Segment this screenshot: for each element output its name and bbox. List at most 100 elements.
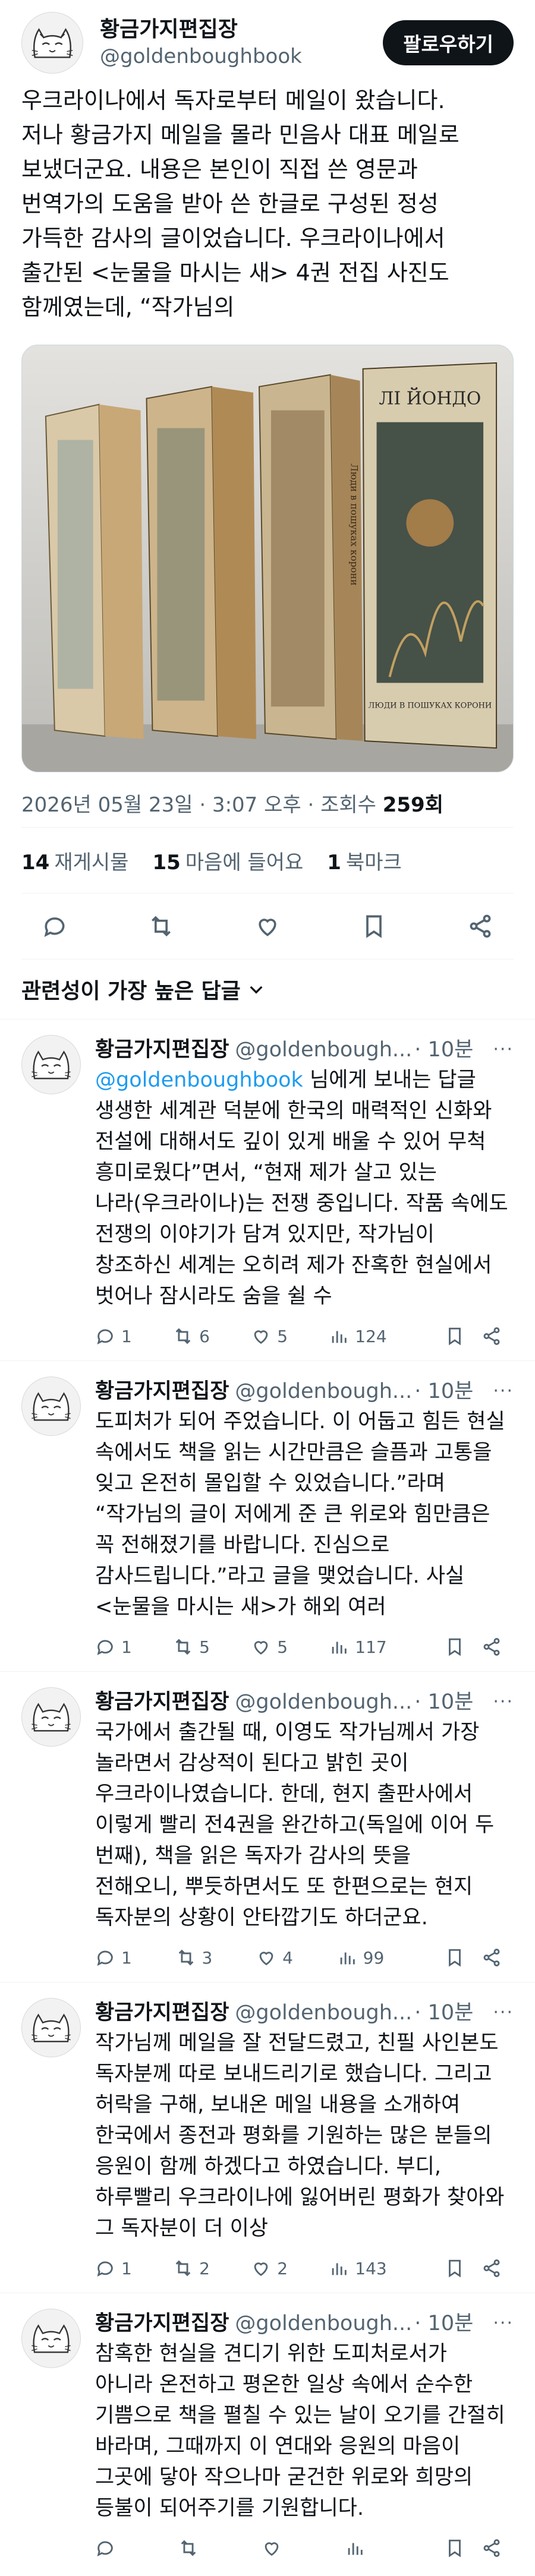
cat-avatar-icon (32, 1050, 71, 1079)
avatar[interactable] (21, 1377, 81, 1436)
reply-reply-button[interactable] (95, 2538, 121, 2558)
like-icon[interactable] (254, 913, 281, 939)
bookmark-icon[interactable] (445, 2258, 465, 2278)
reply-mention[interactable]: @goldenboughbook (95, 1068, 303, 1092)
post-date[interactable]: 2026년 05월 23일 · 3:07 오후 · 조회수 (21, 793, 383, 817)
reply-views-button[interactable] (345, 2538, 371, 2558)
reply-author-name[interactable]: 황금가지편집장 (95, 1998, 229, 2028)
reply-author-handle[interactable]: @goldenbough... (235, 1687, 412, 1717)
reply-author-handle[interactable]: @goldenbough... (235, 2309, 412, 2338)
reply-sort-selector[interactable]: 관련성이 가장 높은 답글 (0, 959, 535, 1019)
more-options-icon[interactable]: ··· (493, 1035, 514, 1065)
author-handle[interactable]: @goldenboughbook (100, 43, 383, 70)
share-icon[interactable] (482, 2538, 502, 2558)
avatar[interactable] (21, 12, 83, 74)
bookmark-icon[interactable] (361, 913, 387, 939)
reply-views-button[interactable]: 99 (337, 1947, 385, 1968)
reply-repost-button[interactable]: 6 (173, 1326, 210, 1346)
bookmark-icon[interactable] (445, 1947, 465, 1968)
bookmark-icon[interactable] (445, 2538, 465, 2558)
reply-like-button[interactable]: 5 (251, 1637, 288, 1657)
reply-author-name[interactable]: 황금가지편집장 (95, 2309, 229, 2338)
reply-time[interactable]: · 10분 (414, 2309, 473, 2338)
reply-icon (97, 1640, 113, 1655)
reply-item[interactable]: 황금가지편집장 @goldenbough... · 10분 ··· 작가님께 메… (0, 1982, 535, 2293)
reply-author-handle[interactable]: @goldenbough... (235, 1035, 412, 1065)
repost-icon[interactable] (148, 913, 174, 939)
views-icon (332, 2263, 347, 2275)
reply-body: 생생한 세계관 덕분에 한국의 매력적인 신화와 전설에 대해서도 깊이 있게 … (95, 1099, 508, 1308)
stat-bookmarks[interactable]: 1 북마크 (327, 846, 402, 875)
reply-item[interactable]: 황금가지편집장 @goldenbough... · 10분 ··· 참혹한 현실… (0, 2293, 535, 2572)
stat-likes[interactable]: 15 마음에 들어요 (152, 846, 303, 875)
reply-like-button[interactable] (262, 2538, 288, 2558)
avatar[interactable] (21, 2309, 81, 2368)
reply-body: 도피처가 되어 주었습니다. 이 어둡고 힘든 현실 속에서도 책을 읽는 시간… (95, 1410, 505, 1619)
post-image[interactable]: ЛІ ЙОНДО ЛЮДИ В ПОШУКАХ КОРОНИ Люди в по… (21, 345, 514, 772)
reply-time[interactable]: · 10분 (414, 1998, 473, 2028)
bookmark-icon[interactable] (445, 1637, 465, 1657)
avatar[interactable] (21, 1687, 81, 1747)
reply-repost-button[interactable] (178, 2538, 204, 2558)
reply-author-name[interactable]: 황금가지편집장 (95, 1687, 229, 1717)
reply-time[interactable]: · 10분 (414, 1035, 473, 1065)
reply-reply-button[interactable]: 1 (95, 1326, 132, 1346)
reply-repost-button[interactable]: 5 (173, 1637, 210, 1657)
reply-item[interactable]: 황금가지편집장 @goldenbough... · 10분 ··· 도피처가 되… (0, 1360, 535, 1671)
reply-views-button[interactable]: 124 (329, 1326, 387, 1346)
reply-reply-button[interactable]: 1 (95, 2258, 132, 2278)
reply-repost-button[interactable]: 2 (173, 2258, 210, 2278)
reply-like-button[interactable]: 5 (251, 1326, 288, 1346)
views-icon (332, 1641, 347, 1654)
avatar[interactable] (21, 1035, 81, 1094)
like-icon (254, 1641, 268, 1655)
bookmark-icon[interactable] (445, 1326, 465, 1346)
reply-like-button[interactable]: 2 (251, 2258, 288, 2278)
share-icon[interactable] (482, 1947, 502, 1968)
avatar[interactable] (21, 1998, 81, 2057)
views-count: 143 (355, 2258, 387, 2278)
more-options-icon[interactable]: ··· (493, 1687, 514, 1717)
author-name[interactable]: 황금가지편집장 (100, 16, 383, 43)
share-icon[interactable] (467, 913, 493, 939)
reply-time[interactable]: · 10분 (414, 1687, 473, 1717)
stat-reposts[interactable]: 14 재게시물 (21, 846, 128, 875)
reply-item[interactable]: 황금가지편집장 @goldenbough... · 10분 ··· @golde… (0, 1019, 535, 1360)
like-icon (254, 2262, 268, 2277)
book-spine-text: Люди в пошуках корони (349, 463, 360, 585)
like-icon (265, 2542, 279, 2556)
reply-views-button[interactable]: 117 (329, 1637, 387, 1657)
reply-icon[interactable] (42, 913, 68, 939)
reply-body: 국가에서 출간될 때, 이영도 작가님께서 가장 놀라면서 감상적이 된다고 밝… (95, 1721, 495, 1930)
cat-avatar-icon (32, 1392, 71, 1421)
views-icon (348, 2543, 363, 2555)
books-photo: ЛІ ЙОНДО ЛЮДИ В ПОШУКАХ КОРОНИ Люди в по… (22, 345, 513, 772)
reply-author-handle[interactable]: @goldenbough... (235, 1377, 412, 1406)
repost-icon (181, 2540, 196, 2556)
reply-time[interactable]: · 10분 (414, 1377, 473, 1406)
reply-repost-button[interactable]: 3 (176, 1947, 212, 1968)
reply-reply-button[interactable]: 1 (95, 1947, 132, 1968)
reply-views-button[interactable]: 143 (329, 2258, 387, 2278)
reply-item[interactable]: 황금가지편집장 @goldenbough... · 10분 ··· 국가에서 출… (0, 1671, 535, 1982)
share-icon[interactable] (482, 1326, 502, 1346)
views-count: 99 (363, 1947, 385, 1968)
reply-author-name[interactable]: 황금가지편집장 (95, 1035, 229, 1065)
reply-author-handle[interactable]: @goldenbough... (235, 1998, 412, 2028)
share-icon[interactable] (482, 2258, 502, 2278)
cat-avatar-icon (32, 2013, 71, 2043)
reply-text: 참혹한 현실을 견디기 위한 도피처로서가 아니라 온전하고 평온한 일상 속에… (95, 2338, 514, 2524)
views-count: 124 (355, 1326, 387, 1346)
reply-count: 1 (121, 1947, 132, 1968)
reply-text: 도피처가 되어 주었습니다. 이 어둡고 힘든 현실 속에서도 책을 읽는 시간… (95, 1406, 514, 1622)
reply-actions: 1 5 5 117 (95, 1622, 514, 1671)
more-options-icon[interactable]: ··· (493, 1998, 514, 2028)
follow-button[interactable]: 팔로우하기 (383, 20, 514, 65)
cat-avatar-icon (32, 1703, 71, 1732)
share-icon[interactable] (482, 1637, 502, 1657)
reply-author-name[interactable]: 황금가지편집장 (95, 1377, 229, 1406)
reply-like-button[interactable]: 4 (256, 1947, 293, 1968)
more-options-icon[interactable]: ··· (493, 1377, 514, 1406)
reply-reply-button[interactable]: 1 (95, 1637, 132, 1657)
more-options-icon[interactable]: ··· (493, 2309, 514, 2338)
